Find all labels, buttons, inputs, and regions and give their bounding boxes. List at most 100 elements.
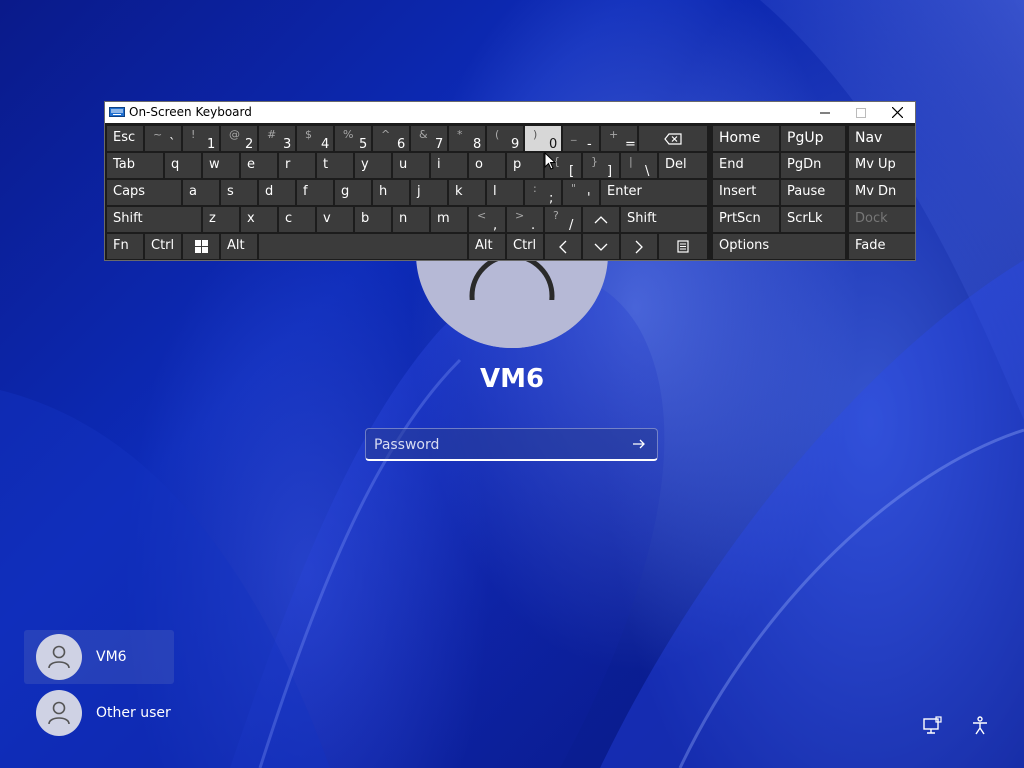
submit-arrow-icon[interactable] [631, 436, 647, 452]
key-right-77[interactable] [621, 234, 657, 259]
key-insert-49[interactable]: Insert [713, 180, 779, 205]
key-label: i [437, 157, 441, 172]
key-fade-80[interactable]: Fade [849, 234, 915, 259]
key-key-46[interactable]: :; [525, 180, 561, 206]
key-7-8[interactable]: & 7 [411, 126, 447, 152]
key-scrlk-66[interactable]: ScrLk [781, 207, 845, 232]
key-enter-48[interactable]: Enter [601, 180, 707, 205]
key-up-63[interactable] [583, 207, 619, 232]
key-shift-label: | [629, 155, 633, 168]
key-label: x [247, 211, 255, 226]
key-c-55[interactable]: c [279, 207, 315, 232]
key-pgup-16[interactable]: PgUp [781, 126, 845, 151]
key-o-27[interactable]: o [469, 153, 505, 178]
key-pause-50[interactable]: Pause [781, 180, 845, 205]
key-key-31[interactable]: | \ [621, 153, 657, 179]
key-key-12[interactable]: _ - [563, 126, 599, 152]
key-label: Esc [113, 130, 136, 145]
key-options-79[interactable]: Options [713, 234, 845, 259]
password-input[interactable] [366, 429, 626, 461]
key-s-38[interactable]: s [221, 180, 257, 205]
key-i-26[interactable]: i [431, 153, 467, 178]
key-0-11[interactable]: ) 0 [525, 126, 561, 152]
key-alt-73[interactable]: Alt [469, 234, 505, 259]
key-9-10[interactable]: (9 [487, 126, 523, 152]
key-shift-52[interactable]: Shift [107, 207, 201, 232]
key-shift-64[interactable]: Shift [621, 207, 707, 232]
key-b-57[interactable]: b [355, 207, 391, 232]
key-a-37[interactable]: a [183, 180, 219, 205]
key-del-32[interactable]: Del [659, 153, 707, 178]
key-alt-71[interactable]: Alt [221, 234, 257, 259]
key-m-59[interactable]: m [431, 207, 467, 232]
key-l-45[interactable]: l [487, 180, 523, 205]
key-6-7[interactable]: ^ 6 [373, 126, 409, 152]
key-e-21[interactable]: e [241, 153, 277, 178]
key-space-72[interactable] [259, 234, 467, 259]
key-d-39[interactable]: d [259, 180, 295, 205]
key-key-60[interactable]: <, [469, 207, 505, 233]
key-main-label: [ [569, 164, 575, 179]
key-prtscn-65[interactable]: PrtScn [713, 207, 779, 232]
key-8-9[interactable]: * 8 [449, 126, 485, 152]
key-down-76[interactable] [583, 234, 619, 259]
key-ctrl-69[interactable]: Ctrl [145, 234, 181, 259]
key-home-15[interactable]: Home [713, 126, 779, 151]
accessibility-icon[interactable] [970, 716, 990, 736]
key-backspace-14[interactable] [639, 126, 707, 151]
key-key-1[interactable]: ~ ` [145, 126, 181, 152]
key-mv-up-35[interactable]: Mv Up [849, 153, 915, 178]
key-shift-label: @ [229, 128, 240, 141]
key-key-47[interactable]: " ' [563, 180, 599, 206]
right-icon [621, 234, 657, 259]
password-field[interactable] [365, 428, 658, 461]
maximize-button[interactable] [843, 102, 879, 123]
key-main-label: ` [169, 137, 176, 152]
key-w-20[interactable]: w [203, 153, 239, 178]
key-ctrl-74[interactable]: Ctrl [507, 234, 543, 259]
key-caps-36[interactable]: Caps [107, 180, 181, 205]
user-item-other-user[interactable]: Other user [24, 686, 174, 740]
key-5-6[interactable]: % 5 [335, 126, 371, 152]
key-esc-0[interactable]: Esc [107, 126, 143, 151]
key-key-30[interactable]: }] [583, 153, 619, 179]
key-q-19[interactable]: q [165, 153, 201, 178]
key-key-61[interactable]: >. [507, 207, 543, 233]
key-tab-18[interactable]: Tab [107, 153, 163, 178]
key-end-33[interactable]: End [713, 153, 779, 178]
key-u-25[interactable]: u [393, 153, 429, 178]
key-x-54[interactable]: x [241, 207, 277, 232]
user-item-vm6[interactable]: VM6 [24, 630, 174, 684]
close-button[interactable] [879, 102, 915, 123]
key-menu-78[interactable] [659, 234, 707, 259]
key-3-4[interactable]: #3 [259, 126, 295, 152]
key-mv-dn-51[interactable]: Mv Dn [849, 180, 915, 205]
on-screen-keyboard-window[interactable]: On-Screen Keyboard Esc ~ `! 1 @2 #3 $4% 5 ^ 6 & 7 * 8… [104, 101, 916, 261]
network-icon[interactable] [922, 716, 942, 736]
key-y-24[interactable]: y [355, 153, 391, 178]
key-p-28[interactable]: p [507, 153, 543, 178]
key-j-43[interactable]: j [411, 180, 447, 205]
key-pgdn-34[interactable]: PgDn [781, 153, 845, 178]
key-label: s [227, 184, 234, 199]
key-n-58[interactable]: n [393, 207, 429, 232]
key-v-56[interactable]: v [317, 207, 353, 232]
key-t-23[interactable]: t [317, 153, 353, 178]
key-left-75[interactable] [545, 234, 581, 259]
key-k-44[interactable]: k [449, 180, 485, 205]
key-h-42[interactable]: h [373, 180, 409, 205]
key-f-40[interactable]: f [297, 180, 333, 205]
minimize-button[interactable] [807, 102, 843, 123]
key-fn-68[interactable]: Fn [107, 234, 143, 259]
key-1-2[interactable]: ! 1 [183, 126, 219, 152]
key-r-22[interactable]: r [279, 153, 315, 178]
osk-title-bar[interactable]: On-Screen Keyboard [105, 102, 915, 123]
key-windows-70[interactable] [183, 234, 219, 259]
key-key-13[interactable]: + = [601, 126, 637, 152]
key-nav-17[interactable]: Nav [849, 126, 915, 151]
key-2-3[interactable]: @2 [221, 126, 257, 152]
key-4-5[interactable]: $4 [297, 126, 333, 152]
key-key-62[interactable]: ? / [545, 207, 581, 233]
key-z-53[interactable]: z [203, 207, 239, 232]
key-g-41[interactable]: g [335, 180, 371, 205]
